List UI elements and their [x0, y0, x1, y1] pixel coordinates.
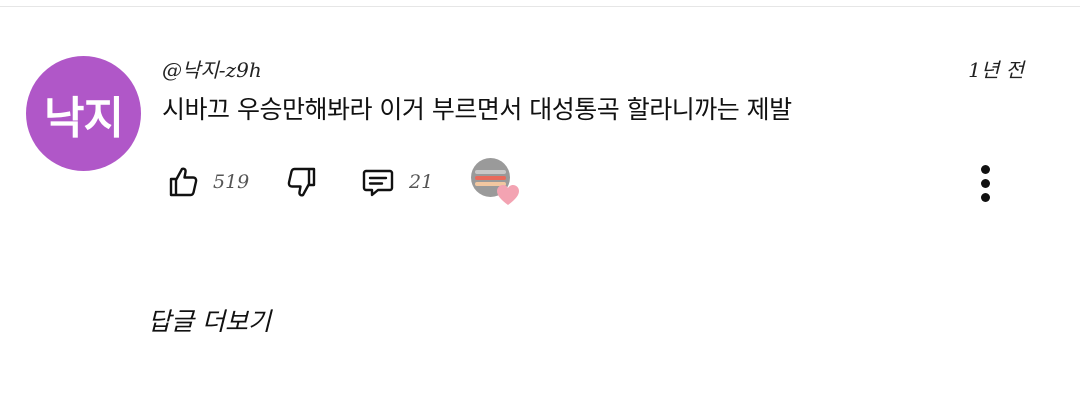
thumbs-down-icon — [284, 164, 320, 200]
comment-text: 시바끄 우승만해봐라 이거 부르면서 대성통곡 할라니까는 제발 — [162, 95, 792, 124]
more-vertical-icon — [980, 164, 990, 174]
comment-icon — [359, 163, 397, 201]
reply-count: 21 — [409, 171, 434, 193]
like-button[interactable]: 519 — [165, 160, 249, 204]
comment-timestamp: 1년 전 — [968, 58, 1024, 82]
comment-author-handle[interactable]: @낙지-z9h — [162, 54, 262, 83]
heart-icon — [495, 182, 521, 208]
view-replies-link[interactable]: 답글 더보기 — [148, 302, 271, 338]
creator-heart — [471, 158, 523, 208]
like-count: 519 — [213, 171, 250, 193]
thumbs-up-icon — [165, 164, 201, 200]
dislike-button[interactable] — [284, 160, 320, 204]
more-options-button[interactable] — [968, 158, 1002, 208]
top-divider — [0, 0, 1080, 7]
reply-button[interactable]: 21 — [359, 160, 433, 204]
avatar[interactable]: 낙지 — [26, 56, 141, 171]
